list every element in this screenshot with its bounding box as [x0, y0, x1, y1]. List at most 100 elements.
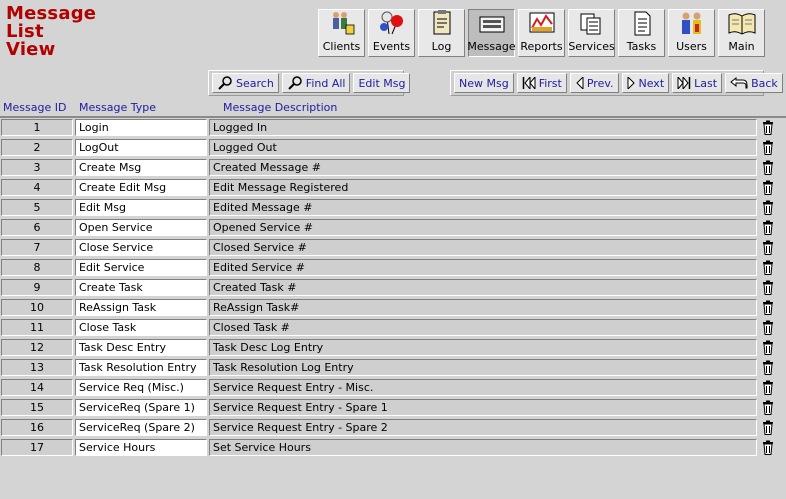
edit-msg-button[interactable]: Edit Msg	[353, 73, 411, 93]
message-id-cell[interactable]: 2	[1, 139, 73, 156]
message-type-cell[interactable]: Edit Msg	[75, 199, 207, 216]
table-row[interactable]: 16 ServiceReq (Spare 2) Service Request En…	[0, 419, 786, 439]
message-id-cell[interactable]: 9	[1, 279, 73, 296]
message-desc-cell[interactable]: Set Service Hours	[209, 439, 757, 456]
delete-trash-icon[interactable]	[761, 180, 775, 195]
message-id-cell[interactable]: 12	[1, 339, 73, 356]
new-msg-button[interactable]: New Msg	[454, 73, 514, 93]
next-button[interactable]: Next	[621, 73, 670, 93]
search-button[interactable]: Search	[212, 73, 279, 93]
nav-events-button[interactable]: Events	[368, 9, 415, 57]
message-desc-cell[interactable]: Task Desc Log Entry	[209, 339, 757, 356]
table-row[interactable]: 8 Edit Service Edited Service #	[0, 259, 786, 279]
table-row[interactable]: 15 ServiceReq (Spare 1) Service Request En…	[0, 399, 786, 419]
message-id-cell[interactable]: 17	[1, 439, 73, 456]
message-type-cell[interactable]: Create Edit Msg	[75, 179, 207, 196]
message-id-cell[interactable]: 6	[1, 219, 73, 236]
message-type-cell[interactable]: Edit Service	[75, 259, 207, 276]
table-row[interactable]: 12 Task Desc Entry Task Desc Log Entry	[0, 339, 786, 359]
nav-users-button[interactable]: Users	[668, 9, 715, 57]
first-button[interactable]: First	[516, 73, 567, 93]
message-desc-cell[interactable]: Created Message #	[209, 159, 757, 176]
message-type-cell[interactable]: ServiceReq (Spare 2)	[75, 419, 207, 436]
message-desc-cell[interactable]: Created Task #	[209, 279, 757, 296]
table-row[interactable]: 1 Login Logged In	[0, 119, 786, 139]
col-header-type[interactable]: Message Type	[79, 101, 156, 114]
delete-trash-icon[interactable]	[761, 240, 775, 255]
message-id-cell[interactable]: 7	[1, 239, 73, 256]
message-desc-cell[interactable]: Task Resolution Log Entry	[209, 359, 757, 376]
back-button[interactable]: Back	[725, 73, 783, 93]
message-type-cell[interactable]: Task Resolution Entry	[75, 359, 207, 376]
table-row[interactable]: 5 Edit Msg Edited Message #	[0, 199, 786, 219]
last-button[interactable]: Last	[672, 73, 723, 93]
message-desc-cell[interactable]: Service Request Entry - Misc.	[209, 379, 757, 396]
prev-button[interactable]: Prev.	[569, 73, 619, 93]
table-row[interactable]: 3 Create Msg Created Message #	[0, 159, 786, 179]
delete-trash-icon[interactable]	[761, 400, 775, 415]
delete-trash-icon[interactable]	[761, 360, 775, 375]
message-desc-cell[interactable]: Service Request Entry - Spare 1	[209, 399, 757, 416]
nav-tasks-button[interactable]: Tasks	[618, 9, 665, 57]
nav-reports-button[interactable]: Reports	[518, 9, 565, 57]
message-id-cell[interactable]: 15	[1, 399, 73, 416]
message-type-cell[interactable]: Open Service	[75, 219, 207, 236]
message-desc-cell[interactable]: Edit Message Registered	[209, 179, 757, 196]
delete-trash-icon[interactable]	[761, 160, 775, 175]
message-id-cell[interactable]: 16	[1, 419, 73, 436]
table-row[interactable]: 9 Create Task Created Task #	[0, 279, 786, 299]
message-id-cell[interactable]: 14	[1, 379, 73, 396]
table-row[interactable]: 6 Open Service Opened Service #	[0, 219, 786, 239]
nav-main-button[interactable]: Main	[718, 9, 765, 57]
message-desc-cell[interactable]: Closed Service #	[209, 239, 757, 256]
message-type-cell[interactable]: Create Msg	[75, 159, 207, 176]
message-type-cell[interactable]: Close Task	[75, 319, 207, 336]
nav-clients-button[interactable]: Clients	[318, 9, 365, 57]
message-desc-cell[interactable]: Service Request Entry - Spare 2	[209, 419, 757, 436]
delete-trash-icon[interactable]	[761, 320, 775, 335]
table-row[interactable]: 11 Close Task Closed Task #	[0, 319, 786, 339]
delete-trash-icon[interactable]	[761, 120, 775, 135]
message-type-cell[interactable]: Service Hours	[75, 439, 207, 456]
delete-trash-icon[interactable]	[761, 260, 775, 275]
nav-log-button[interactable]: Log	[418, 9, 465, 57]
delete-trash-icon[interactable]	[761, 140, 775, 155]
message-desc-cell[interactable]: Logged Out	[209, 139, 757, 156]
message-type-cell[interactable]: Close Service	[75, 239, 207, 256]
message-desc-cell[interactable]: Logged In	[209, 119, 757, 136]
message-desc-cell[interactable]: Edited Message #	[209, 199, 757, 216]
message-id-cell[interactable]: 8	[1, 259, 73, 276]
delete-trash-icon[interactable]	[761, 440, 775, 455]
table-row[interactable]: 10 ReAssign Task ReAssign Task#	[0, 299, 786, 319]
nav-services-button[interactable]: Services	[568, 9, 615, 57]
table-row[interactable]: 13 Task Resolution Entry Task Resolution L…	[0, 359, 786, 379]
delete-trash-icon[interactable]	[761, 280, 775, 295]
message-id-cell[interactable]: 13	[1, 359, 73, 376]
delete-trash-icon[interactable]	[761, 340, 775, 355]
message-desc-cell[interactable]: Edited Service #	[209, 259, 757, 276]
table-row[interactable]: 7 Close Service Closed Service #	[0, 239, 786, 259]
message-desc-cell[interactable]: Closed Task #	[209, 319, 757, 336]
message-type-cell[interactable]: ServiceReq (Spare 1)	[75, 399, 207, 416]
table-row[interactable]: 4 Create Edit Msg Edit Message Registered	[0, 179, 786, 199]
message-id-cell[interactable]: 10	[1, 299, 73, 316]
table-row[interactable]: 14 Service Req (Misc.) Service Request Ent…	[0, 379, 786, 399]
message-desc-cell[interactable]: Opened Service #	[209, 219, 757, 236]
message-id-cell[interactable]: 5	[1, 199, 73, 216]
message-type-cell[interactable]: Service Req (Misc.)	[75, 379, 207, 396]
message-type-cell[interactable]: LogOut	[75, 139, 207, 156]
table-row[interactable]: 17 Service Hours Set Service Hours	[0, 439, 786, 459]
message-desc-cell[interactable]: ReAssign Task#	[209, 299, 757, 316]
delete-trash-icon[interactable]	[761, 220, 775, 235]
message-type-cell[interactable]: Task Desc Entry	[75, 339, 207, 356]
delete-trash-icon[interactable]	[761, 300, 775, 315]
find-all-button[interactable]: Find All	[281, 73, 351, 93]
message-id-cell[interactable]: 4	[1, 179, 73, 196]
message-id-cell[interactable]: 3	[1, 159, 73, 176]
delete-trash-icon[interactable]	[761, 200, 775, 215]
col-header-id[interactable]: Message ID	[3, 101, 66, 114]
message-type-cell[interactable]: ReAssign Task	[75, 299, 207, 316]
message-id-cell[interactable]: 1	[1, 119, 73, 136]
message-type-cell[interactable]: Login	[75, 119, 207, 136]
delete-trash-icon[interactable]	[761, 420, 775, 435]
